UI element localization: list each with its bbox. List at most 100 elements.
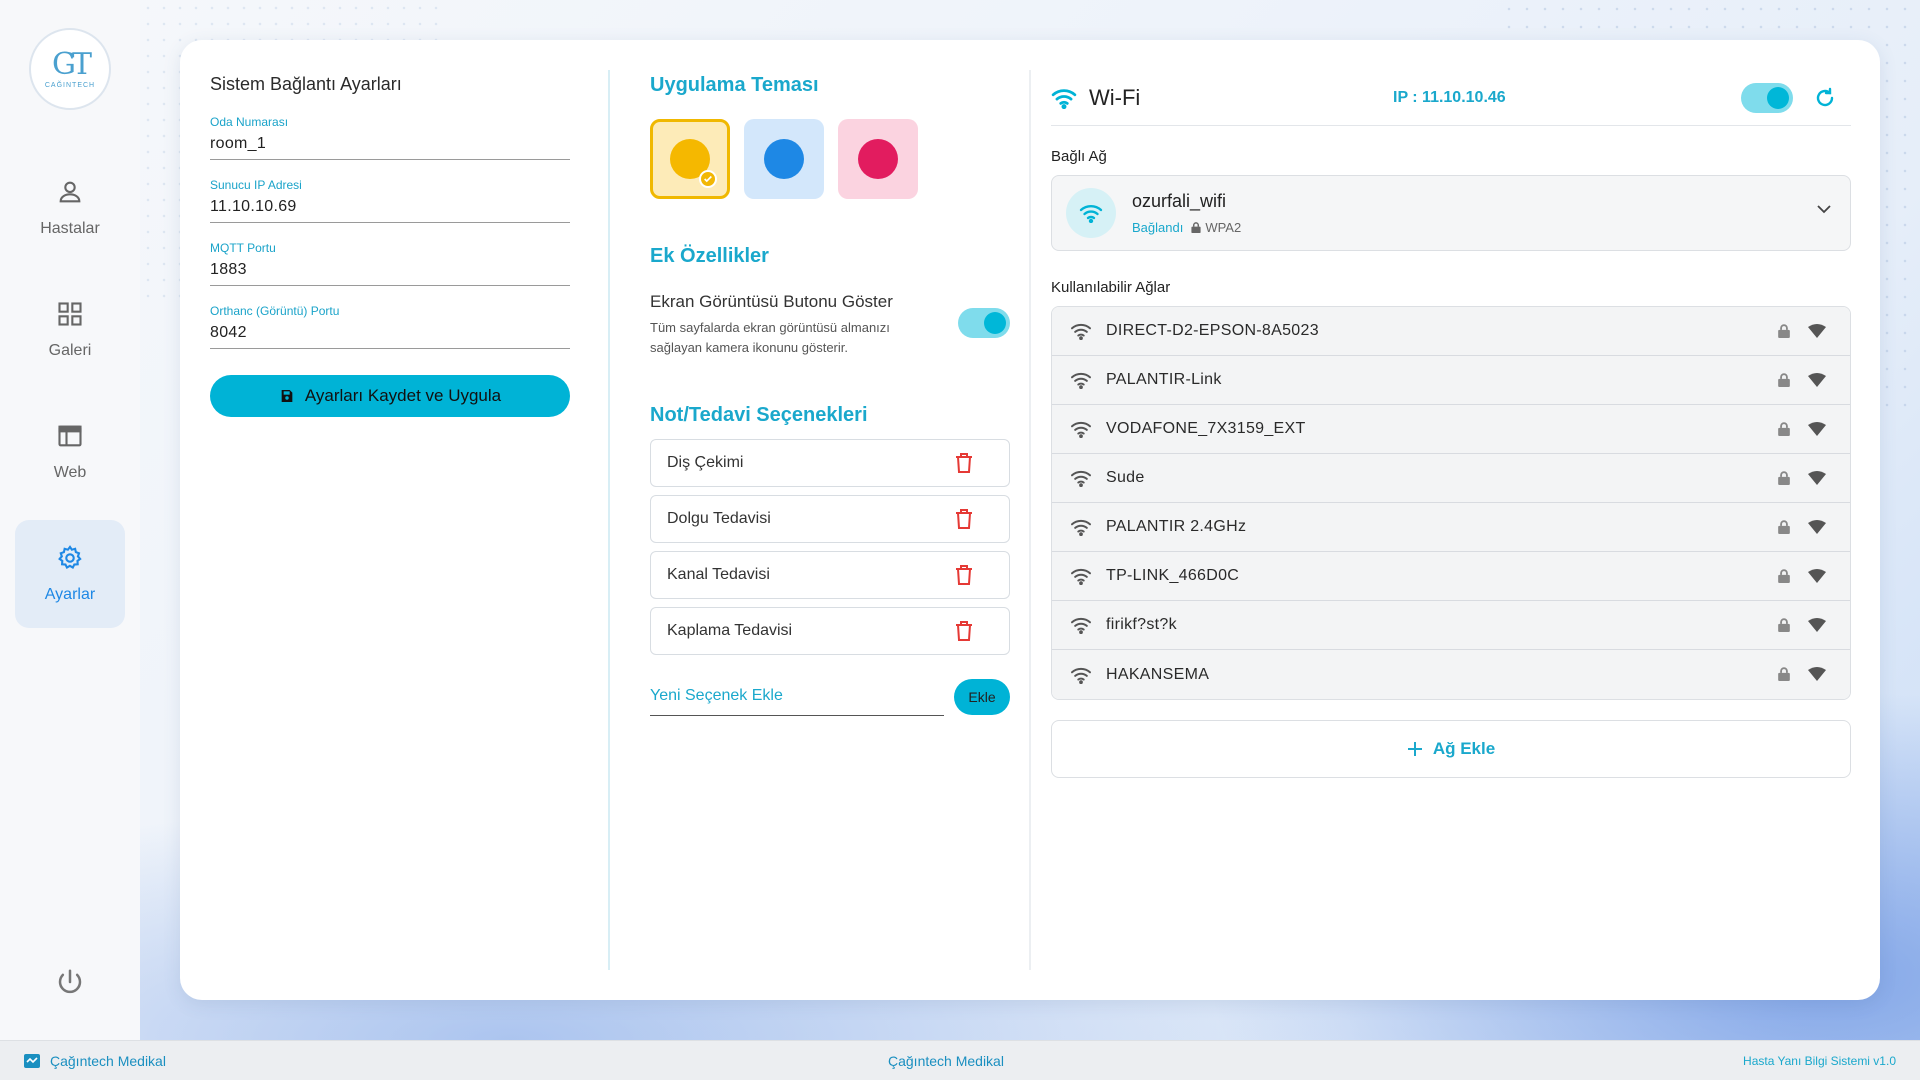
wifi-icon xyxy=(1071,519,1091,536)
trash-icon[interactable] xyxy=(955,509,973,529)
ip-address: IP : 11.10.10.46 xyxy=(1393,88,1506,106)
refresh-icon[interactable] xyxy=(1813,86,1837,110)
field-label: Oda Numarası xyxy=(210,115,289,129)
connection-status: Bağlandı xyxy=(1132,220,1184,235)
wifi-icon xyxy=(1071,372,1091,389)
signal-strength-icon xyxy=(1808,520,1826,534)
save-settings-button[interactable]: Ayarları Kaydet ve Uygula xyxy=(210,375,570,417)
mqtt-port-field[interactable]: MQTT Portu 1883 xyxy=(210,241,570,286)
plus-icon xyxy=(1407,742,1422,756)
available-networks-list: DIRECT-D2-EPSON-8A5023 PALANTIR-Link VOD… xyxy=(1051,306,1851,700)
notes-list: Diş Çekimi Dolgu Tedavisi Kanal Tedavisi… xyxy=(650,439,1010,655)
list-item: Diş Çekimi xyxy=(650,439,1010,487)
person-icon xyxy=(59,181,81,203)
wifi-icon xyxy=(1066,188,1116,238)
theme-title: Uygulama Teması xyxy=(650,74,819,96)
wifi-icon xyxy=(1071,617,1091,634)
sidebar-item-hastalar[interactable]: Hastalar xyxy=(15,154,125,262)
network-item[interactable]: PALANTIR 2.4GHz xyxy=(1052,503,1850,552)
lock-icon xyxy=(1191,222,1201,233)
network-name: PALANTIR 2.4GHz xyxy=(1106,518,1247,535)
network-item[interactable]: DIRECT-D2-EPSON-8A5023 xyxy=(1052,307,1850,356)
server-ip-field[interactable]: Sunucu IP Adresi 11.10.10.69 xyxy=(210,178,570,223)
room-number-field[interactable]: Oda Numarası room_1 xyxy=(210,115,570,160)
footer-brand: Çağıntech Medikal xyxy=(50,1052,166,1069)
app-preferences: Uygulama Teması Ek Özellikler Ekran Görü… xyxy=(650,74,1010,716)
theme-pink[interactable] xyxy=(838,119,918,199)
wifi-toggle[interactable] xyxy=(1741,82,1793,113)
signal-strength-icon xyxy=(1808,422,1826,436)
new-option-input[interactable]: Yeni Seçenek Ekle xyxy=(650,677,944,716)
app-logo: GT CAĞINTECH xyxy=(29,28,111,110)
settings-card: Sistem Bağlantı Ayarları Oda Numarası ro… xyxy=(180,40,1880,1000)
network-item[interactable]: firikf?st?k xyxy=(1052,601,1850,650)
wifi-panel: Wi-Fi IP : 11.10.10.46 Bağlı Ağ ozurfali… xyxy=(1051,70,1851,778)
orthanc-port-field[interactable]: Orthanc (Görüntü) Portu 8042 xyxy=(210,304,570,349)
lock-icon xyxy=(1778,471,1790,485)
lock-icon xyxy=(1778,373,1790,387)
network-item[interactable]: VODAFONE_7X3159_EXT xyxy=(1052,405,1850,454)
lock-icon xyxy=(1778,569,1790,583)
column-divider xyxy=(1029,70,1031,970)
signal-strength-icon xyxy=(1808,569,1826,583)
wifi-icon xyxy=(1071,470,1091,487)
wifi-icon xyxy=(1071,421,1091,438)
power-button[interactable] xyxy=(52,964,88,1000)
signal-strength-icon xyxy=(1808,373,1826,387)
add-network-button[interactable]: Ağ Ekle xyxy=(1051,720,1851,778)
network-item[interactable]: Sude xyxy=(1052,454,1850,503)
save-icon xyxy=(281,390,293,402)
note-label: Kaplama Tedavisi xyxy=(667,622,793,639)
trash-icon[interactable] xyxy=(955,453,973,473)
chevron-down-icon[interactable] xyxy=(1816,204,1832,214)
screenshot-option-description: Tüm sayfalarda ekran görüntüsü almanızı … xyxy=(650,320,890,355)
field-value[interactable]: 1883 xyxy=(210,261,570,279)
connected-network[interactable]: ozurfali_wifi Bağlandı WPA2 xyxy=(1051,175,1851,251)
field-label: MQTT Portu xyxy=(210,241,276,255)
trash-icon[interactable] xyxy=(955,621,973,641)
list-item: Dolgu Tedavisi xyxy=(650,495,1010,543)
field-value[interactable]: 8042 xyxy=(210,324,570,342)
field-value[interactable]: 11.10.10.69 xyxy=(210,198,570,216)
screenshot-option-label: Ekran Görüntüsü Butonu Göster xyxy=(650,292,893,311)
lock-icon xyxy=(1778,667,1790,681)
signal-strength-icon xyxy=(1808,324,1826,338)
dashboard-icon xyxy=(24,1053,40,1068)
signal-strength-icon xyxy=(1808,618,1826,632)
sidebar-item-galeri[interactable]: Galeri xyxy=(15,276,125,384)
network-name: VODAFONE_7X3159_EXT xyxy=(1106,420,1306,437)
lock-icon xyxy=(1778,618,1790,632)
network-name: DIRECT-D2-EPSON-8A5023 xyxy=(1106,322,1319,339)
add-note-row: Yeni Seçenek Ekle Ekle xyxy=(650,677,1010,716)
gear-icon xyxy=(58,545,82,570)
extras-title: Ek Özellikler xyxy=(650,245,769,267)
sidebar-item-label: Web xyxy=(53,464,87,481)
grid-icon xyxy=(58,302,82,326)
trash-icon[interactable] xyxy=(955,565,973,585)
wifi-icon xyxy=(1051,88,1077,109)
check-icon xyxy=(699,170,717,188)
available-networks-label: Kullanılabilir Ağlar xyxy=(1051,279,1171,296)
sidebar-item-ayarlar[interactable]: Ayarlar xyxy=(15,520,125,628)
note-label: Diş Çekimi xyxy=(667,454,744,471)
theme-blue[interactable] xyxy=(744,119,824,199)
field-label: Sunucu IP Adresi xyxy=(210,178,302,192)
connection-settings: Sistem Bağlantı Ayarları Oda Numarası ro… xyxy=(210,74,570,417)
field-value[interactable]: room_1 xyxy=(210,135,570,153)
field-label: Orthanc (Görüntü) Portu xyxy=(210,304,340,318)
lock-icon xyxy=(1778,422,1790,436)
wifi-icon xyxy=(1071,667,1091,684)
screenshot-toggle[interactable] xyxy=(958,308,1010,338)
network-item[interactable]: TP-LINK_466D0C xyxy=(1052,552,1850,601)
network-item[interactable]: PALANTIR-Link xyxy=(1052,356,1850,405)
color-swatch xyxy=(764,139,804,179)
sidebar-item-web[interactable]: Web xyxy=(15,398,125,506)
wifi-header: Wi-Fi IP : 11.10.10.46 xyxy=(1051,70,1851,126)
network-item[interactable]: HAKANSEMA xyxy=(1052,650,1850,699)
add-option-button[interactable]: Ekle xyxy=(954,678,1010,715)
lock-icon xyxy=(1778,520,1790,534)
browser-icon xyxy=(58,425,82,447)
signal-strength-icon xyxy=(1808,471,1826,485)
network-name: HAKANSEMA xyxy=(1106,665,1210,683)
theme-yellow[interactable] xyxy=(650,119,730,199)
